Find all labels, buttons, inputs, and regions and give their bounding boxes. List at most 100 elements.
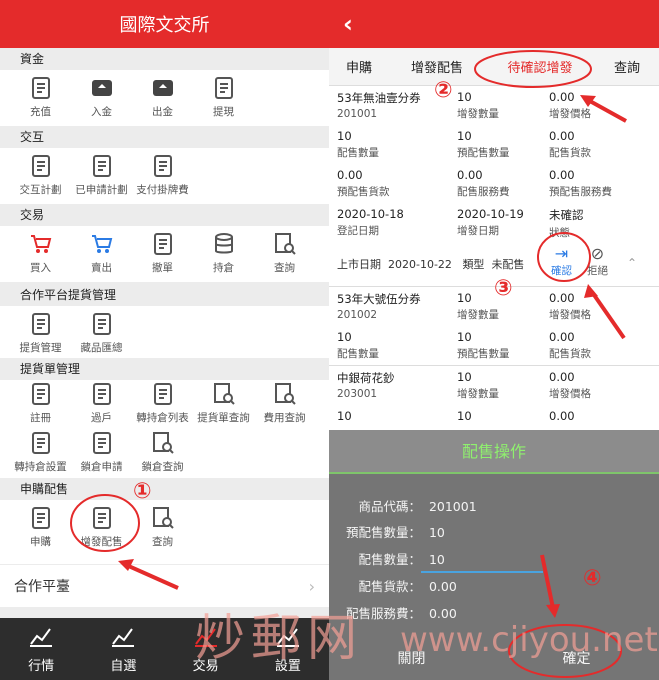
menu-item-label: 轉持倉設置: [14, 460, 67, 473]
section-4: 提貨單管理 註冊 過戶 轉持倉列表 提貨單查詢 費用查詢 轉持倉設置 鎖倉申請 鎖倉查詢: [0, 358, 329, 478]
info-cell: 0.00 增發價格: [549, 287, 649, 326]
sell-cart-icon: [90, 232, 114, 256]
info-cell: 10 配售數量: [337, 125, 457, 164]
menu-item-cashout[interactable]: 提現: [193, 70, 254, 124]
menu-item-pickup-manage[interactable]: 提貨管理: [10, 306, 71, 360]
section-grid: 買入 賣出 撤單 持倉 查詢: [0, 226, 329, 282]
subtab-3[interactable]: 查詢: [595, 48, 659, 85]
cell-label: 配售服務費: [457, 186, 510, 198]
info-cell: 10 預配售數量: [457, 125, 549, 164]
menu-item-label: 提貨管理: [19, 341, 62, 354]
section-grid: 提貨管理 藏品匯總: [0, 306, 329, 358]
cell-value: 0.00: [549, 330, 575, 344]
query-icon: [151, 506, 175, 530]
info-cell: 2020-10-18 登記日期: [337, 203, 457, 242]
back-icon[interactable]: ‹: [343, 10, 353, 38]
cell-value: 0.00: [549, 90, 575, 104]
menu-item-collection-summary[interactable]: 藏品匯總: [71, 306, 132, 360]
transfer-plan-icon: [29, 154, 53, 178]
info-cell: 10 配售數量: [337, 326, 457, 365]
menu-item-bill-query[interactable]: 提貨單查詢: [193, 380, 254, 426]
tab-cart-add[interactable]: 自選: [82, 618, 164, 680]
cashout-icon: [212, 76, 236, 100]
cell-label: 增發價格: [549, 388, 591, 400]
cell-label: 增發價格: [549, 309, 591, 321]
menu-item-pay-listing[interactable]: 支付掛牌費: [132, 148, 193, 202]
menu-item-sell-cart[interactable]: 賣出: [71, 226, 132, 280]
reject-button[interactable]: ⊘ 拒絕: [587, 244, 608, 278]
pickup-manage-icon: [29, 312, 53, 336]
cell-value: 未確認: [549, 208, 584, 222]
cancel-order-icon: [151, 232, 175, 256]
menu-item-cancel-order[interactable]: 撤單: [132, 226, 193, 280]
menu-item-holdings[interactable]: 持倉: [193, 226, 254, 280]
collapse-icon[interactable]: ⌃: [627, 256, 637, 270]
menu-item-lock-query[interactable]: 鎖倉查詢: [132, 429, 193, 475]
info-cell: 0.00 預配售貨款: [337, 164, 457, 203]
menu-item-applied-plan[interactable]: 已申請計劃: [71, 148, 132, 202]
menu-item-transfer-plan[interactable]: 交互計劃: [10, 148, 71, 202]
buy-cart-icon: [29, 232, 53, 256]
menu-item-query[interactable]: 查詢: [254, 226, 315, 280]
tab-label: 自選: [110, 659, 137, 674]
confirm-label: 確認: [551, 265, 572, 277]
menu-item-withdraw[interactable]: 出金: [132, 70, 193, 124]
menu-item-label: 撤單: [152, 261, 173, 274]
reject-label: 拒絕: [587, 265, 608, 277]
menu-item-convert-settings[interactable]: 轉持倉設置: [10, 429, 71, 475]
app-header: 國際文交所: [0, 0, 329, 48]
cell-label: 登記日期: [337, 225, 379, 237]
step-badge-2: ②: [434, 78, 453, 103]
cell-value: 0.00: [549, 168, 575, 182]
cell-label: 增發數量: [457, 309, 499, 321]
menu-item-label: 提貨單查詢: [197, 411, 250, 424]
subscribe-icon: [29, 506, 53, 530]
cell-label: 203001: [337, 388, 378, 400]
menu-item-query[interactable]: 查詢: [132, 500, 193, 554]
pay-listing-icon: [151, 154, 175, 178]
withdraw-icon: [151, 76, 175, 100]
info-cell: 0.00 配售貨款: [549, 326, 649, 365]
menu-item-label: 提現: [213, 105, 234, 118]
cell-label: 201002: [337, 309, 378, 321]
reject-icon: ⊘: [590, 244, 605, 263]
info-cell: 0.00 配售服務費: [457, 164, 549, 203]
cell-value: 2020-10-19: [457, 207, 524, 221]
subtab-2[interactable]: 待確認增發: [485, 48, 595, 85]
info-cell: 0.00 增發價格: [549, 366, 649, 405]
app-title: 國際文交所: [119, 15, 210, 36]
info-cell: 中銀荷花鈔 203001: [337, 366, 457, 405]
menu-item-transfer[interactable]: 過戶: [71, 380, 132, 426]
menu-item-convert-list[interactable]: 轉持倉列表: [132, 380, 193, 426]
menu-item-register[interactable]: 註冊: [10, 380, 71, 426]
type-label: 類型: [462, 258, 485, 271]
tab-chart[interactable]: 行情: [0, 618, 82, 680]
menu-item-buy-cart[interactable]: 買入: [10, 226, 71, 280]
holdings-icon: [212, 232, 236, 256]
info-cell: 10 預配售數量: [457, 326, 549, 365]
tab-label: 行情: [28, 659, 55, 674]
field-value: 10: [428, 552, 445, 567]
menu-item-additional-issue[interactable]: 增發配售: [71, 500, 132, 554]
section-0: 資金 充值 入金 出金 提現: [0, 48, 329, 126]
cell-label: 配售數量: [337, 348, 379, 360]
menu-item-subscribe[interactable]: 申購: [10, 500, 71, 554]
menu-item-lock-apply[interactable]: 鎖倉申請: [71, 429, 132, 475]
menu-item-label: 轉持倉列表: [136, 411, 189, 424]
menu-item-wallet[interactable]: 充值: [10, 70, 71, 124]
menu-item-label: 鎖倉查詢: [141, 460, 184, 473]
cell-value: 0.00: [457, 168, 483, 182]
cell-value: 10: [337, 409, 352, 423]
quantity-field[interactable]: 配售數量： 10: [329, 549, 445, 568]
confirm-button[interactable]: ⇥ 確認: [551, 244, 572, 278]
menu-item-label: 持倉: [213, 261, 234, 274]
cell-label: 增發數量: [457, 388, 499, 400]
menu-item-label: 鎖倉申請: [80, 460, 123, 473]
field-key: 配售數量：: [358, 552, 421, 567]
menu-item-deposit[interactable]: 入金: [71, 70, 132, 124]
menu-item-label: 增發配售: [80, 535, 123, 548]
menu-item-fee-query[interactable]: 費用查詢: [254, 380, 315, 426]
cell-label: 預配售數量: [457, 348, 510, 360]
section-1: 交互 交互計劃 已申請計劃 支付掛牌費: [0, 126, 329, 204]
subtab-0[interactable]: 申購: [329, 48, 389, 85]
